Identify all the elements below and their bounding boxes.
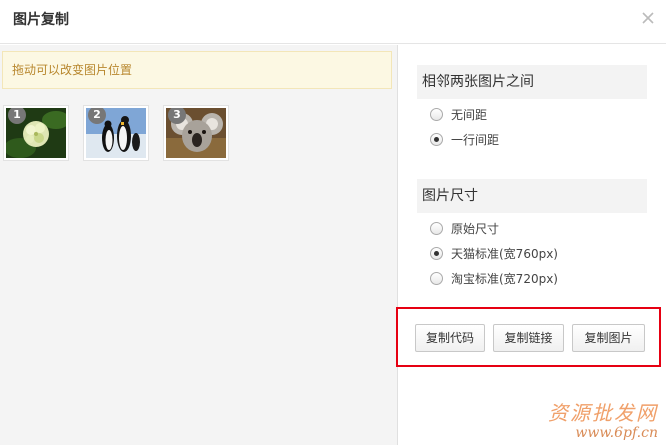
- koala-image: 3: [166, 108, 226, 158]
- size-option-label: 天猫标准(宽760px): [451, 247, 558, 261]
- copy-image-button[interactable]: 复制图片: [572, 324, 645, 352]
- size-heading: 图片尺寸: [417, 179, 647, 213]
- size-option-taobao[interactable]: 淘宝标准(宽720px): [430, 269, 558, 289]
- image-thumb-2[interactable]: 2: [83, 105, 149, 161]
- spacing-option-label: 无间距: [451, 108, 488, 122]
- image-thumb-1[interactable]: 1: [3, 105, 69, 161]
- watermark-url: www.6pf.cn: [575, 425, 658, 441]
- dialog-header: 图片复制: [0, 0, 666, 44]
- settings-panel: 相邻两张图片之间 无间距 一行间距 图片尺寸 原始尺寸 天猫标准(宽760px)…: [396, 45, 666, 445]
- image-thumb-3[interactable]: 3: [163, 105, 229, 161]
- image-sort-panel: 拖动可以改变图片位置 1 2 3: [0, 45, 398, 445]
- action-highlight-box: 复制代码 复制链接 复制图片: [396, 307, 661, 367]
- penguins-image: 2: [86, 108, 146, 158]
- radio-checked-icon[interactable]: [430, 247, 443, 260]
- copy-code-button[interactable]: 复制代码: [415, 324, 485, 352]
- watermark: 资源批发网 www.6pf.cn: [548, 401, 658, 441]
- spacing-option-none[interactable]: 无间距: [430, 105, 487, 125]
- size-option-original[interactable]: 原始尺寸: [430, 219, 499, 239]
- image-copy-dialog: 图片复制 拖动可以改变图片位置 1 2 3 相邻两张图片之间 无间距 一行间距 …: [0, 0, 666, 445]
- close-icon[interactable]: [640, 10, 656, 26]
- size-option-label: 原始尺寸: [451, 222, 500, 236]
- radio-icon[interactable]: [430, 222, 443, 235]
- flower-image: 1: [6, 108, 66, 158]
- spacing-option-label: 一行间距: [451, 133, 500, 147]
- size-option-tmall[interactable]: 天猫标准(宽760px): [430, 244, 558, 264]
- size-option-label: 淘宝标准(宽720px): [451, 272, 558, 286]
- drag-tip: 拖动可以改变图片位置: [2, 51, 392, 89]
- dialog-title: 图片复制: [13, 12, 69, 28]
- spacing-option-one-line[interactable]: 一行间距: [430, 130, 499, 150]
- radio-icon[interactable]: [430, 272, 443, 285]
- radio-icon[interactable]: [430, 108, 443, 121]
- spacing-heading: 相邻两张图片之间: [417, 65, 647, 99]
- copy-link-button[interactable]: 复制链接: [493, 324, 564, 352]
- radio-checked-icon[interactable]: [430, 133, 443, 146]
- watermark-title: 资源批发网: [548, 401, 658, 425]
